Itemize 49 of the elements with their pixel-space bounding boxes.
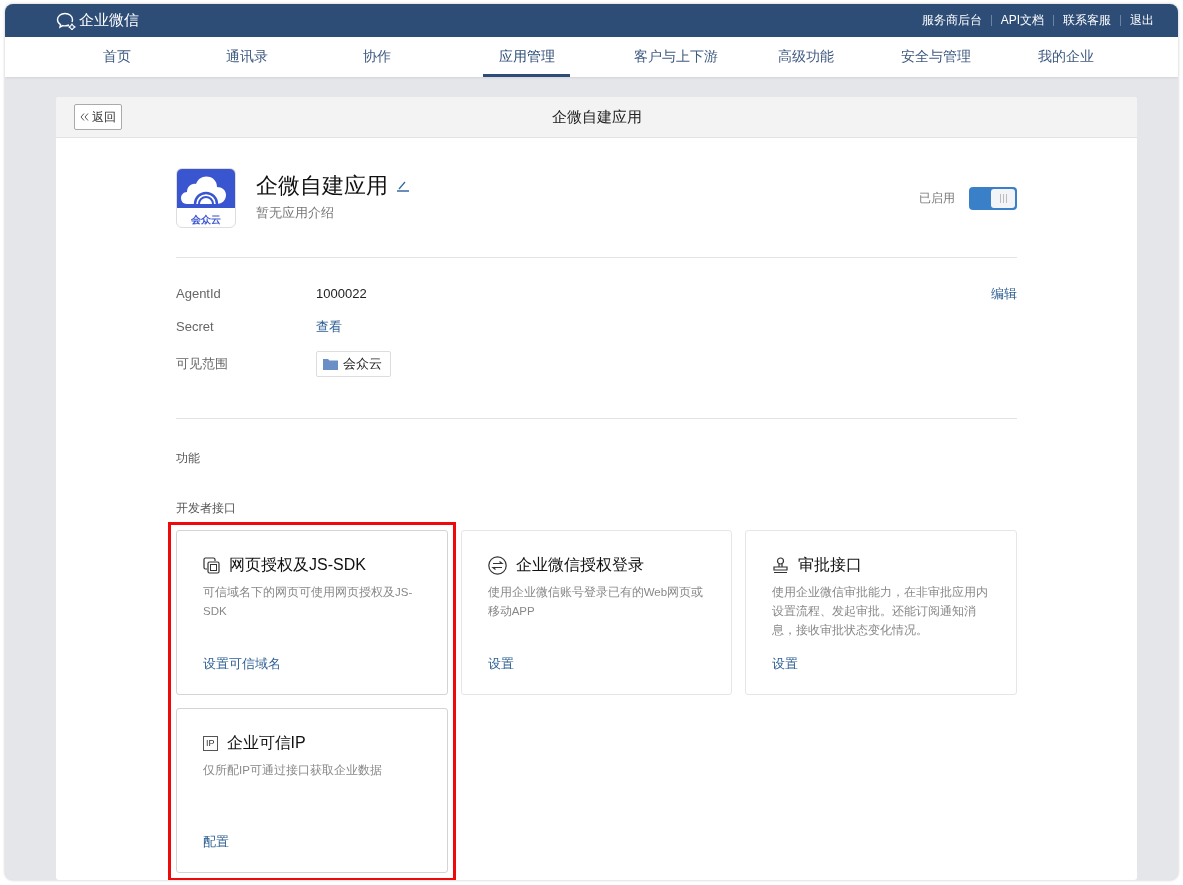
- field-label: Secret: [176, 319, 215, 334]
- chat-bubble-logo-icon: [56, 11, 76, 30]
- edit-link[interactable]: 编辑: [991, 284, 1017, 303]
- card-description: 使用企业微信审批能力，在非审批应用内设置流程、发起审批。还能订阅通知消息，接收审批状态变化情况。: [772, 585, 990, 638]
- card-action-link[interactable]: 设置: [487, 655, 706, 673]
- panel-title: 企微自建应用: [551, 107, 642, 127]
- nav-tab[interactable]: 安全与管理: [871, 37, 1001, 77]
- nav-tab[interactable]: 我的企业: [1001, 37, 1131, 77]
- back-button[interactable]: 返回: [74, 104, 122, 130]
- card-description: 使用企业微信账号登录已有的Web网页或移动APP: [487, 585, 705, 619]
- nav-tab[interactable]: 高级功能: [741, 37, 871, 77]
- top-link[interactable]: API文档: [998, 12, 1046, 29]
- nav-tab[interactable]: 客户与上下游: [611, 37, 741, 77]
- card-title: 网页授权及JS-SDK: [229, 555, 366, 575]
- ip-tag-icon: IP: [203, 736, 218, 751]
- exchange-arrows-icon: [487, 556, 507, 575]
- top-link[interactable]: 服务商后台: [919, 12, 984, 29]
- top-link[interactable]: 退出: [1128, 12, 1156, 29]
- section-heading: 功能: [176, 450, 201, 467]
- nav-tab[interactable]: 通讯录: [182, 37, 312, 77]
- nav-tab[interactable]: 首页: [52, 37, 182, 77]
- tag-label: 会众云: [343, 355, 382, 373]
- enable-toggle[interactable]: [969, 187, 1017, 210]
- pencil-icon[interactable]: [396, 180, 410, 192]
- app-name: 企微自建应用: [256, 172, 388, 200]
- card-action-link[interactable]: 设置: [772, 655, 990, 673]
- card-action-link[interactable]: 配置: [203, 833, 421, 851]
- double-chevron-left-icon: [80, 113, 89, 121]
- card-title: 企业可信IP: [226, 733, 306, 753]
- stamp-icon: [772, 557, 790, 574]
- field-label: AgentId: [176, 286, 222, 301]
- card-description: 可信域名下的网页可使用网页授权及JS-SDK: [203, 585, 414, 619]
- field-value: 1000022: [316, 286, 367, 301]
- app-description: 暂无应用介绍: [256, 204, 335, 222]
- top-link[interactable]: 联系客服: [1061, 12, 1113, 29]
- section-heading: 开发者接口: [176, 500, 237, 517]
- nav-tab[interactable]: 协作: [312, 37, 442, 77]
- stacked-squares-icon: [203, 557, 220, 574]
- card-action-link[interactable]: 设置可信域名: [203, 655, 421, 673]
- status-label: 已启用: [919, 190, 955, 207]
- card-description: 仅所配IP可通过接口获取企业数据: [203, 763, 383, 778]
- brand-name: 企业微信: [79, 11, 139, 30]
- folder-icon: [323, 358, 338, 370]
- card-title: 企业微信授权登录: [515, 555, 644, 575]
- card-title: 审批接口: [798, 555, 863, 575]
- view-link[interactable]: 查看: [316, 317, 342, 336]
- app-icon-label: 会众云: [191, 213, 221, 227]
- field-label: 可见范围: [176, 355, 229, 373]
- nav-tab[interactable]: 应用管理: [483, 37, 570, 77]
